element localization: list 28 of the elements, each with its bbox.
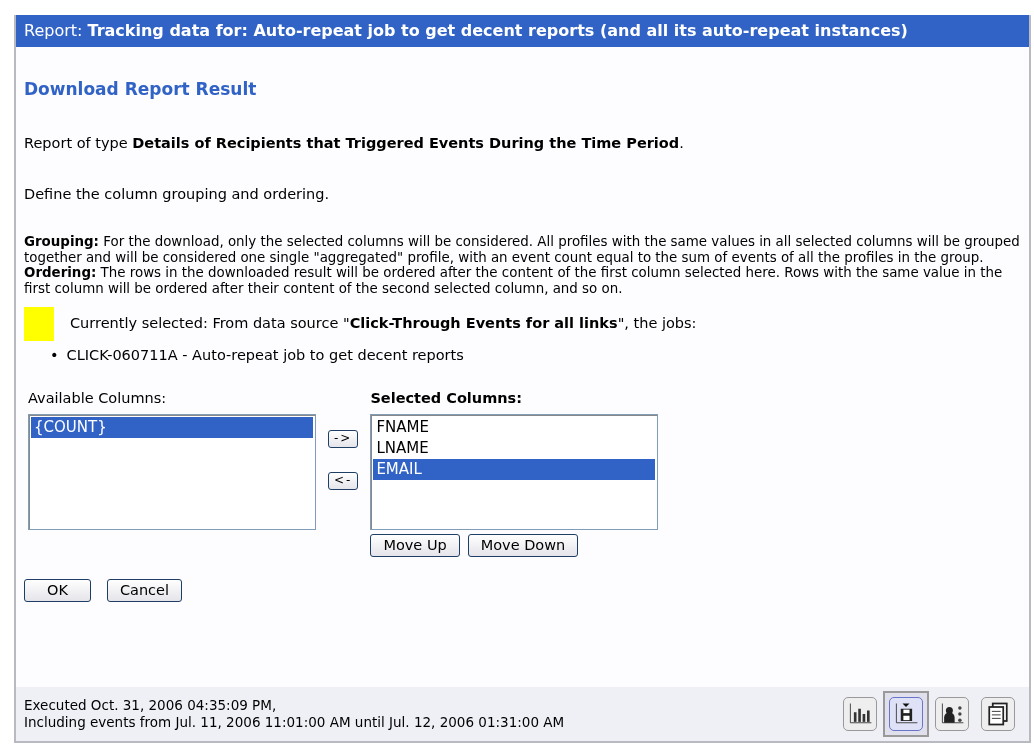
instruction-text: Define the column grouping and ordering. bbox=[24, 185, 331, 205]
list-option[interactable]: {COUNT} bbox=[31, 417, 313, 439]
execution-info: Executed Oct. 31, 2006 04:35:09 PM, bbox=[24, 697, 278, 714]
list-option[interactable]: FNAME bbox=[373, 417, 656, 439]
list-option[interactable]: EMAIL bbox=[373, 459, 656, 481]
selection-text: Currently selected: From data source "Click-Through Events for all links", the jobs: bbox=[70, 313, 697, 333]
job-item: CLICK-060711A - Auto-repeat job to get decent reports bbox=[66, 345, 464, 365]
move-button[interactable]: -> bbox=[328, 430, 359, 449]
help-paragraph: Ordering: The rows in the downloaded result will be ordered after the content of the first column selected here. Rows with the same value in the first column will be ordered after their content of the second selected column, and so on. bbox=[24, 265, 1004, 297]
order-button[interactable]: Move Up bbox=[370, 534, 460, 558]
bullet: • bbox=[50, 345, 59, 365]
pages-icon[interactable] bbox=[981, 697, 1015, 731]
list-label: Available Columns: bbox=[28, 389, 168, 409]
bar-chart-icon[interactable] bbox=[843, 697, 877, 731]
column-list[interactable]: {COUNT} bbox=[28, 414, 316, 531]
report-type-text: Report of type Details of Recipients that Triggered Events During the Time Period. bbox=[24, 133, 685, 153]
column-list[interactable]: FNAME LNAME EMAIL bbox=[370, 414, 659, 531]
list-option[interactable]: LNAME bbox=[373, 438, 656, 460]
report-title: Report: Tracking data for: Auto-repeat job to get decent reports (and all its auto-repeat instances) bbox=[16, 15, 1029, 47]
list-label: Selected Columns: bbox=[370, 389, 524, 409]
person-icon[interactable] bbox=[935, 697, 969, 731]
dialog-button[interactable]: OK bbox=[24, 579, 91, 602]
move-button[interactable]: <- bbox=[328, 472, 359, 490]
execution-info: Including events from Jul. 11, 2006 11:01:00 AM until Jul. 12, 2006 01:31:00 AM bbox=[24, 714, 565, 731]
order-button[interactable]: Move Down bbox=[467, 534, 579, 558]
dialog-button[interactable]: Cancel bbox=[106, 579, 183, 602]
section-heading: Download Report Result bbox=[24, 78, 258, 101]
help-paragraph: Grouping: For the download, only the selected columns will be considered. All profiles with the same values in all selected columns will be grouped together and will be considered one single "aggregated" profile, with an event count equal to the sum of events of all the profiles in the group. bbox=[24, 234, 1021, 266]
